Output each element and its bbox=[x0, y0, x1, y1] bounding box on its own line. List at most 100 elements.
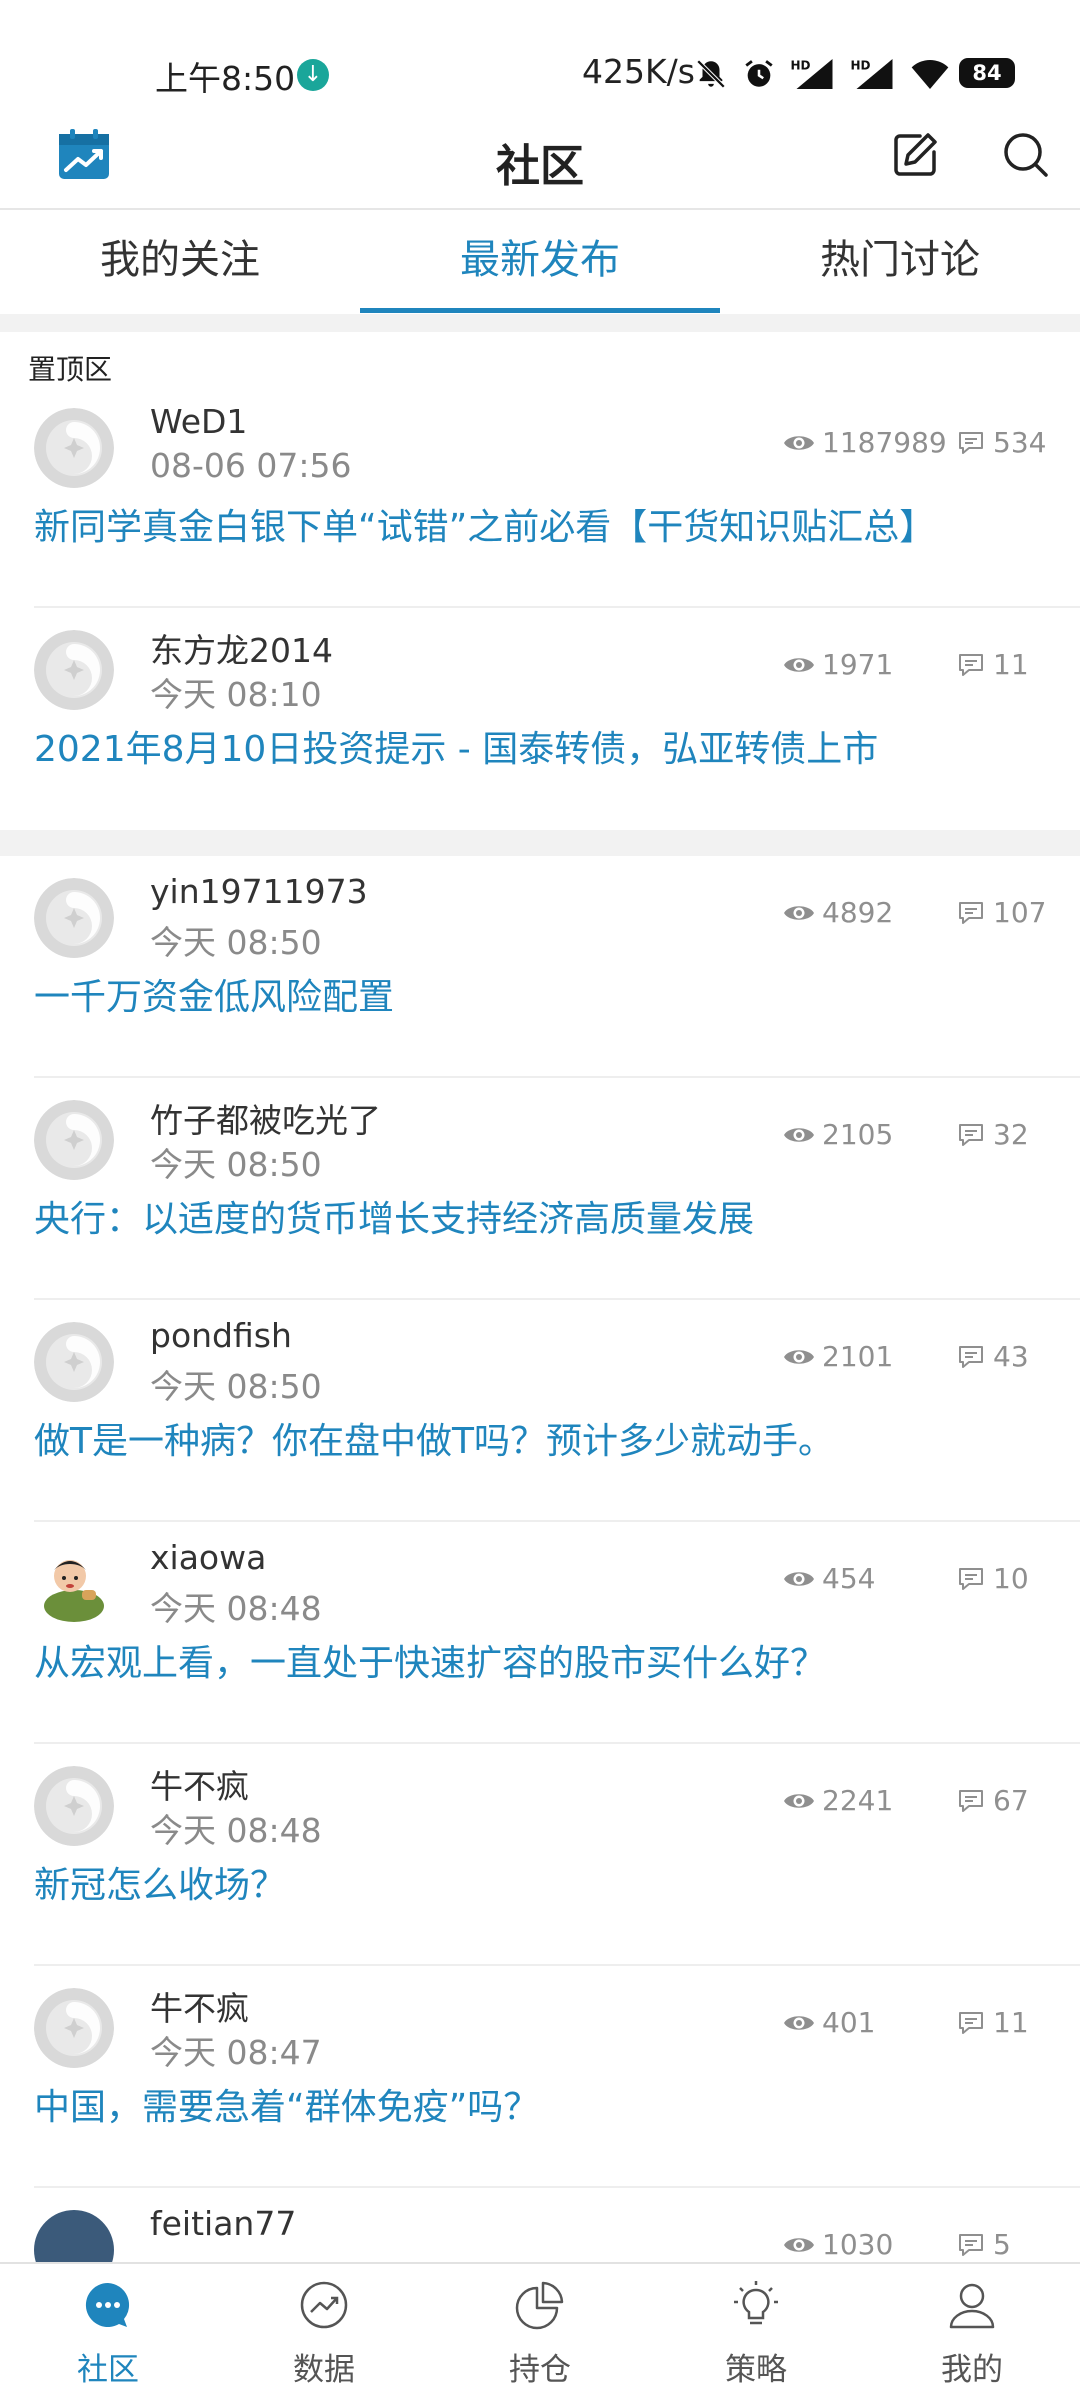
pie-chart-icon bbox=[515, 2281, 564, 2330]
view-count: 1030 bbox=[782, 2228, 893, 2261]
eye-icon bbox=[784, 657, 814, 672]
eye-icon bbox=[784, 905, 814, 920]
post-title[interactable]: 新同学真金白银下单“试错”之前必看【干货知识贴汇总】 bbox=[34, 498, 935, 550]
avatar-photo[interactable] bbox=[34, 2210, 114, 2262]
post-item[interactable]: feitian77 1030 5 bbox=[0, 2188, 1080, 2262]
search-button[interactable] bbox=[1001, 130, 1051, 180]
post-author[interactable]: xiaowa bbox=[150, 1538, 266, 1577]
comment-icon bbox=[959, 431, 983, 454]
view-count: 2101 bbox=[782, 1340, 893, 1373]
post-item[interactable]: pondfish 今天 08:50 2101 43 做T是一种病？你在盘中做T吗… bbox=[0, 1300, 1080, 1522]
tab-hot[interactable]: 热门讨论 bbox=[720, 210, 1080, 314]
view-count-value: 401 bbox=[822, 2006, 876, 2039]
comment-count-value: 534 bbox=[993, 426, 1047, 459]
avatar[interactable] bbox=[34, 1766, 114, 1846]
avatar[interactable] bbox=[34, 1322, 114, 1402]
status-icons: HD HD bbox=[694, 54, 950, 94]
default-avatar-icon bbox=[34, 1100, 114, 1180]
post-title[interactable]: 中国，需要急着“群体免疫”吗？ bbox=[34, 2078, 539, 2130]
edit-icon bbox=[894, 133, 937, 176]
post-time: 今天 08:48 bbox=[150, 1589, 322, 1628]
pinned-post[interactable]: 东方龙2014 今天 08:10 1971 11 2021年8月10日投资提示 … bbox=[0, 608, 1080, 830]
comment-count: 534 bbox=[957, 426, 1046, 459]
post-time: 今天 08:48 bbox=[150, 1811, 322, 1850]
nav-label: 社区 bbox=[77, 2352, 139, 2388]
comment-icon bbox=[959, 1123, 983, 1146]
post-item[interactable]: yin19711973 今天 08:50 4892 107 一千万资金低风险配置 bbox=[0, 856, 1080, 1078]
post-time: 今天 08:50 bbox=[150, 923, 322, 962]
avatar[interactable] bbox=[34, 1988, 114, 2068]
search-icon bbox=[1004, 133, 1048, 177]
post-author[interactable]: yin19711973 bbox=[150, 872, 368, 911]
default-avatar-icon bbox=[34, 1322, 114, 1402]
default-avatar-icon bbox=[34, 630, 114, 710]
alarm-icon bbox=[745, 60, 773, 87]
comment-icon bbox=[959, 1567, 983, 1590]
download-icon: ↓ bbox=[297, 59, 329, 91]
post-author[interactable]: 东方龙2014 bbox=[150, 624, 333, 672]
post-author[interactable]: 竹子都被吃光了 bbox=[150, 1094, 381, 1142]
view-count-value: 454 bbox=[822, 1562, 876, 1595]
app-header: 社区 bbox=[0, 110, 1080, 210]
nav-label: 策略 bbox=[725, 2352, 787, 2388]
status-time: 上午8:50 bbox=[155, 59, 296, 98]
nav-data[interactable]: 数据 bbox=[216, 2264, 432, 2402]
post-item[interactable]: 牛不疯 今天 08:48 2241 67 新冠怎么收场？ bbox=[0, 1744, 1080, 1966]
post-title[interactable]: 从宏观上看，一直处于快速扩容的股市买什么好？ bbox=[34, 1634, 826, 1686]
post-item[interactable]: 竹子都被吃光了 今天 08:50 2105 32 央行：以适度的货币增长支持经济… bbox=[0, 1078, 1080, 1300]
avatar[interactable] bbox=[34, 408, 114, 488]
avatar[interactable] bbox=[34, 878, 114, 958]
view-count: 454 bbox=[782, 1562, 875, 1595]
post-item[interactable]: 牛不疯 今天 08:47 401 11 中国，需要急着“群体免疫”吗？ bbox=[0, 1966, 1080, 2188]
post-author[interactable]: 牛不疯 bbox=[150, 1982, 249, 2030]
bottom-navigation: 社区 数据 持仓 策略 我的 bbox=[0, 2262, 1080, 2402]
compose-button[interactable] bbox=[890, 130, 940, 180]
comment-count: 11 bbox=[957, 648, 1029, 681]
view-count: 401 bbox=[782, 2006, 875, 2039]
post-author[interactable]: feitian77 bbox=[150, 2204, 296, 2243]
post-item[interactable]: xiaowa 今天 08:48 454 10 从宏观上看，一直处于快速扩容的股市… bbox=[0, 1522, 1080, 1744]
comment-icon bbox=[959, 2233, 983, 2256]
pinned-post[interactable]: WeD1 08-06 07:56 1187989 534 新同学真金白银下单“试… bbox=[0, 386, 1080, 608]
avatar[interactable] bbox=[34, 1100, 114, 1180]
post-author[interactable]: WeD1 bbox=[150, 402, 247, 441]
post-author[interactable]: pondfish bbox=[150, 1316, 292, 1355]
post-title[interactable]: 做T是一种病？你在盘中做T吗？预计多少就动手。 bbox=[34, 1412, 834, 1464]
comment-icon bbox=[959, 901, 983, 924]
nav-strategy[interactable]: 策略 bbox=[648, 2264, 864, 2402]
default-avatar-icon bbox=[34, 878, 114, 958]
network-speed: 425K/s bbox=[582, 52, 695, 91]
tab-following[interactable]: 我的关注 bbox=[0, 210, 360, 314]
post-title[interactable]: 2021年8月10日投资提示 - 国泰转债，弘亚转债上市 bbox=[34, 720, 878, 772]
tab-latest[interactable]: 最新发布 bbox=[360, 210, 720, 314]
nav-mine[interactable]: 我的 bbox=[864, 2264, 1080, 2402]
view-count: 1971 bbox=[782, 648, 893, 681]
bell-off-icon bbox=[696, 59, 726, 89]
comment-count-value: 11 bbox=[993, 648, 1029, 681]
comment-count: 11 bbox=[957, 2006, 1029, 2039]
comment-icon bbox=[959, 1789, 983, 1812]
view-count-value: 1187989 bbox=[822, 426, 947, 459]
eye-icon bbox=[784, 1127, 814, 1142]
view-count: 4892 bbox=[782, 896, 893, 929]
eye-icon bbox=[784, 1349, 814, 1364]
post-title[interactable]: 央行：以适度的货币增长支持经济高质量发展 bbox=[34, 1190, 754, 1242]
post-author[interactable]: 牛不疯 bbox=[150, 1760, 249, 1808]
nav-community[interactable]: 社区 bbox=[0, 2264, 216, 2402]
post-time: 今天 08:47 bbox=[150, 2033, 322, 2072]
eye-icon bbox=[784, 2237, 814, 2252]
lightbulb-icon bbox=[734, 2281, 778, 2325]
eye-icon bbox=[784, 1571, 814, 1586]
post-title[interactable]: 新冠怎么收场？ bbox=[34, 1856, 286, 1908]
nav-holdings[interactable]: 持仓 bbox=[432, 2264, 648, 2402]
comment-count: 43 bbox=[957, 1340, 1029, 1373]
comment-icon bbox=[959, 2011, 983, 2034]
post-title[interactable]: 一千万资金低风险配置 bbox=[34, 968, 394, 1020]
nav-label: 数据 bbox=[293, 2352, 355, 2388]
hd-signal-icon: HD bbox=[791, 59, 833, 89]
avatar[interactable] bbox=[34, 630, 114, 710]
user-icon bbox=[949, 2283, 995, 2329]
svg-text:HD: HD bbox=[851, 59, 871, 73]
nav-label: 我的 bbox=[941, 2352, 1003, 2388]
avatar-photo[interactable] bbox=[34, 1544, 114, 1624]
